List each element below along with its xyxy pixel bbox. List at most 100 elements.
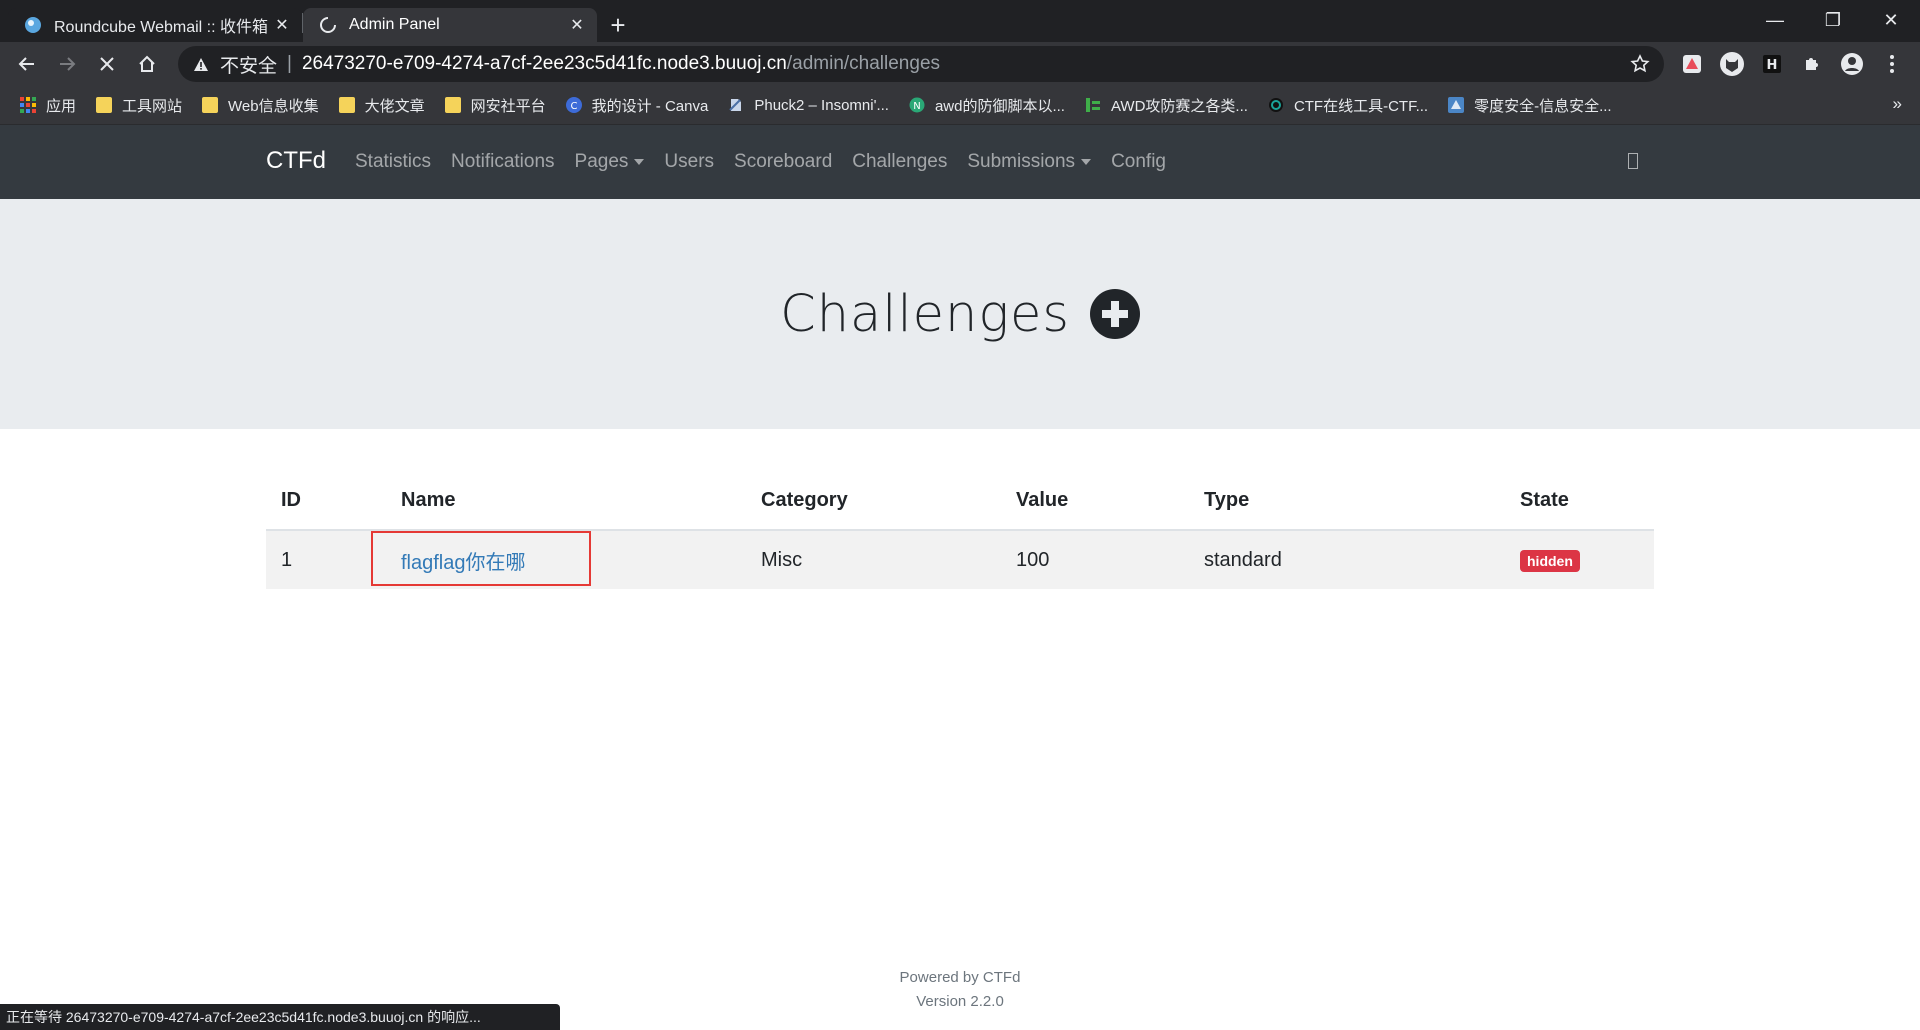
- bookmark-label: 大佬文章: [364, 97, 425, 115]
- cell-value: 100: [1001, 530, 1189, 589]
- home-icon[interactable]: [127, 44, 167, 84]
- nav-challenges[interactable]: Challenges: [852, 151, 947, 173]
- tab-close-icon[interactable]: ✕: [272, 15, 292, 35]
- more-bookmarks-icon[interactable]: »: [1893, 94, 1902, 114]
- bookmark-label: 零度安全-信息安全...: [1474, 97, 1612, 115]
- extensions-puzzle-icon[interactable]: [1796, 48, 1828, 80]
- bookmark-label: Web信息收集: [228, 97, 319, 115]
- nav-pages-dropdown[interactable]: Pages: [575, 151, 645, 173]
- bookmark-star-icon[interactable]: [1630, 54, 1650, 80]
- address-divider: |: [287, 53, 292, 74]
- svg-text:C: C: [570, 101, 577, 112]
- tab-admin-panel[interactable]: Admin Panel ✕: [303, 8, 597, 42]
- folder-icon: [96, 97, 113, 113]
- minimize-icon[interactable]: —: [1746, 0, 1804, 40]
- bookmark-label: 网安社平台: [470, 97, 546, 115]
- warning-icon[interactable]: [192, 55, 210, 73]
- bookmark-phuck2[interactable]: Phuck2 – Insomni'...: [728, 97, 889, 114]
- page-icon: [729, 99, 742, 111]
- bookmark-folder-web-info[interactable]: Web信息收集: [202, 95, 319, 116]
- new-tab-icon[interactable]: +: [601, 8, 635, 42]
- folder-icon: [444, 97, 461, 113]
- column-header-value[interactable]: Value: [1001, 473, 1189, 531]
- table-row[interactable]: 1 flagflag你在哪 Misc 100 standard hidden: [266, 530, 1654, 589]
- cell-category: Misc: [746, 530, 1001, 589]
- extension-h-icon[interactable]: H: [1756, 48, 1788, 80]
- cell-type: standard: [1189, 530, 1505, 589]
- insecure-label: 不安全: [220, 55, 278, 77]
- bar-icon: [1085, 98, 1100, 112]
- add-challenge-plus-icon[interactable]: [1089, 289, 1140, 339]
- bookmarks-bar: 应用 工具网站 Web信息收集 大佬文章 网安社平台 C 我的设计 - Canv…: [0, 86, 1920, 125]
- nav-scoreboard[interactable]: Scoreboard: [734, 151, 832, 173]
- apps-grid-icon: [20, 97, 36, 113]
- bookmark-label: Phuck2 – Insomni'...: [754, 96, 889, 114]
- extension-red-icon[interactable]: [1676, 48, 1708, 80]
- nav-submissions-label: Submissions: [967, 151, 1076, 172]
- tab-roundcube[interactable]: Roundcube Webmail :: 收件箱 ✕: [8, 8, 302, 42]
- caret-down-icon: [1081, 159, 1092, 165]
- column-header-state[interactable]: State: [1505, 473, 1654, 531]
- footer-powered-by[interactable]: Powered by CTFd: [0, 966, 1920, 990]
- address-bar[interactable]: 不安全 | 26473270-e709-4274-a7cf-2ee23c5d41…: [178, 46, 1664, 82]
- bookmark-ctf-tools[interactable]: CTF在线工具-CTF...: [1268, 95, 1428, 116]
- browser-menu-icon[interactable]: [1876, 48, 1908, 80]
- bookmark-canva[interactable]: C 我的设计 - Canva: [565, 95, 709, 116]
- nav-config[interactable]: Config: [1111, 151, 1166, 173]
- url-path: /admin/challenges: [786, 53, 941, 74]
- restore-icon[interactable]: ❐: [1804, 0, 1862, 40]
- column-header-type[interactable]: Type: [1189, 473, 1505, 531]
- svg-text:N: N: [913, 101, 920, 112]
- bookmark-label: awd的防御脚本以...: [934, 97, 1065, 115]
- extension-fox-icon[interactable]: [1716, 48, 1748, 80]
- page-header: Challenges: [0, 199, 1920, 429]
- folder-icon: [202, 97, 219, 113]
- nav-users[interactable]: Users: [664, 151, 714, 173]
- table-header-row: ID Name Category Value Type State: [266, 473, 1654, 531]
- column-header-category[interactable]: Category: [746, 473, 1001, 531]
- forward-icon[interactable]: [47, 44, 87, 84]
- bookmark-lingdu[interactable]: 零度安全-信息安全...: [1448, 95, 1612, 116]
- nav-pages-label: Pages: [574, 151, 629, 172]
- bookmark-awd-attack[interactable]: AWD攻防赛之各类...: [1085, 95, 1248, 116]
- nav-submissions-dropdown[interactable]: Submissions: [967, 151, 1092, 173]
- browser-toolbar: 不安全 | 26473270-e709-4274-a7cf-2ee23c5d41…: [0, 42, 1920, 86]
- challenge-link[interactable]: flagflag你在哪: [401, 552, 526, 574]
- canva-icon: C: [565, 97, 582, 113]
- back-icon[interactable]: [7, 44, 47, 84]
- browser-tab-strip: Roundcube Webmail :: 收件箱 ✕ Admin Panel ✕…: [0, 0, 1920, 42]
- nav-statistics[interactable]: Statistics: [355, 151, 431, 173]
- svg-text:H: H: [1767, 58, 1778, 73]
- navbar-brand[interactable]: CTFd: [266, 147, 326, 175]
- tab-close-icon[interactable]: ✕: [567, 15, 587, 35]
- n-logo-icon: N: [909, 97, 925, 113]
- bookmark-folder-articles[interactable]: 大佬文章: [338, 95, 425, 116]
- site-icon: [1448, 97, 1465, 113]
- navbar-links: Statistics Notifications Pages Users Sco…: [355, 151, 1186, 173]
- challenges-table: ID Name Category Value Type State 1 flag…: [266, 473, 1654, 589]
- bookmark-awd-defense[interactable]: N awd的防御脚本以...: [909, 95, 1065, 116]
- nav-notifications[interactable]: Notifications: [451, 151, 555, 173]
- ctfd-navbar: CTFd Statistics Notifications Pages User…: [0, 125, 1920, 199]
- bookmark-folder-tools[interactable]: 工具网站: [96, 95, 182, 116]
- bookmark-label: 我的设计 - Canva: [591, 97, 709, 115]
- roundcube-favicon-icon: [24, 16, 42, 34]
- stop-loading-icon[interactable]: [87, 44, 127, 84]
- bookmark-label: CTF在线工具-CTF...: [1293, 97, 1429, 115]
- folder-icon: [338, 97, 355, 113]
- url-host: 26473270-e709-4274-a7cf-2ee23c5d41fc.nod…: [301, 53, 787, 74]
- bookmark-folder-platform[interactable]: 网安社平台: [444, 95, 546, 116]
- column-header-name[interactable]: Name: [386, 473, 746, 531]
- state-badge: hidden: [1520, 549, 1580, 572]
- window-controls: — ❐ ✕: [1746, 0, 1920, 40]
- bookmark-apps[interactable]: 应用: [20, 95, 76, 116]
- bookmark-label: 应用: [46, 97, 77, 115]
- caret-down-icon: [634, 159, 645, 165]
- bookmark-label: AWD攻防赛之各类...: [1110, 97, 1248, 115]
- cell-name: flagflag你在哪: [386, 530, 746, 589]
- column-header-id[interactable]: ID: [266, 473, 386, 531]
- close-window-icon[interactable]: ✕: [1862, 0, 1920, 40]
- bookmark-label: 工具网站: [122, 97, 183, 115]
- profile-avatar-icon[interactable]: [1836, 48, 1868, 80]
- theme-toggle-icon[interactable]: [1628, 153, 1638, 169]
